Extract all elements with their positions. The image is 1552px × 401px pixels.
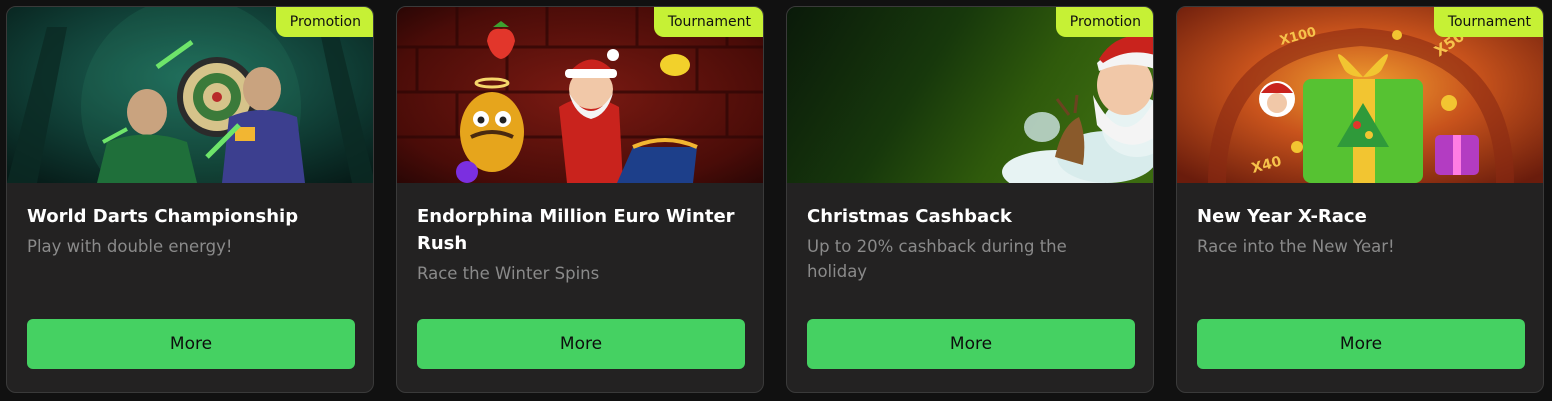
card-subtitle: Race the Winter Spins [417, 264, 600, 283]
santa-token-art [1259, 81, 1295, 117]
card-subtitle: Play with double energy! [27, 237, 233, 256]
more-button[interactable]: More [27, 319, 355, 369]
promo-card-endorphina-winter-rush[interactable]: Tournament Endorphina Million Euro Winte… [396, 6, 764, 393]
tournament-badge: Tournament [1433, 7, 1543, 37]
promotion-badge: Promotion [275, 7, 373, 37]
card-title: New Year X-Race [1197, 206, 1367, 227]
card-title: World Darts Championship [27, 206, 299, 227]
lemon-icon [660, 54, 690, 76]
more-button[interactable]: More [1197, 319, 1525, 369]
promotions-row: Promotion World Darts Championship Play … [0, 0, 1552, 401]
purple-gift-art [1435, 135, 1479, 175]
gem-icon [456, 161, 478, 183]
card-subtitle: Race into the New Year! [1197, 237, 1395, 256]
more-button[interactable]: More [807, 319, 1135, 369]
card-title: Christmas Cashback [807, 206, 1012, 227]
tournament-badge: Tournament [653, 7, 763, 37]
promo-card-world-darts[interactable]: Promotion World Darts Championship Play … [6, 6, 374, 393]
card-title: Endorphina Million Euro Winter Rush [417, 206, 735, 254]
santa-art [559, 49, 623, 183]
promotion-badge: Promotion [1055, 7, 1153, 37]
promo-card-christmas-cashback[interactable]: Promotion Christmas Cashback Up to 20% c… [786, 6, 1154, 393]
more-button[interactable]: More [417, 319, 745, 369]
promo-card-new-year-x-race[interactable]: X100 X500 X40 Tournament New Year X-Race… [1176, 6, 1544, 393]
card-subtitle: Up to 20% cashback during the holiday [807, 237, 1067, 281]
